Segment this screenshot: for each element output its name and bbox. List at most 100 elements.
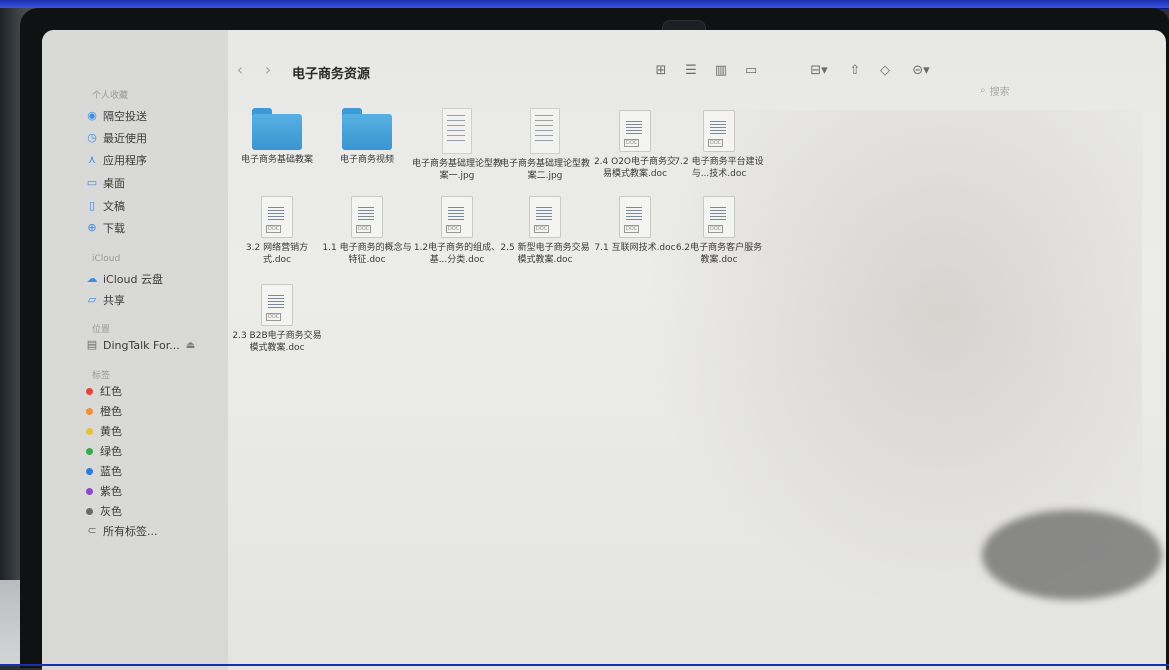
file-name: 2.3 B2B电子商务交易模式教案.doc [232, 331, 322, 353]
tag-icon[interactable]: ◇ [876, 64, 894, 78]
shared-folder-icon: ▱ [87, 293, 97, 306]
doc-file-icon: DOC [703, 196, 735, 238]
sidebar-item-label: 所有标签... [103, 525, 158, 538]
sidebar-tag-orange[interactable]: 橙色 [86, 402, 122, 420]
more-actions-icon[interactable]: ⊝▾ [908, 64, 934, 78]
list-view-icon[interactable]: ☰ [682, 64, 700, 78]
file-item[interactable]: DOC 2.5 新型电子商务交易模式教案.doc [500, 196, 590, 266]
desktop-icon: ▭ [86, 176, 98, 189]
sidebar-item-downloads[interactable]: ⊕ 下载 [86, 219, 125, 237]
image-file-icon [442, 108, 472, 154]
sidebar-tag-purple[interactable]: 紫色 [86, 482, 122, 500]
file-name: 1.2电子商务的组成、基...分类.doc [413, 243, 501, 265]
sidebar-item-label: 下载 [103, 222, 125, 235]
file-name: 7.1 互联网技术.doc [594, 243, 676, 253]
doc-file-icon: DOC [441, 196, 473, 238]
sidebar-item-label: iCloud 云盘 [103, 273, 163, 286]
file-name: 7.2 电子商务平台建设与...技术.doc [674, 157, 764, 179]
sidebar-item-label: 应用程序 [103, 154, 147, 167]
file-item[interactable]: DOC 7.1 互联网技术.doc [590, 196, 680, 254]
group-by-icon[interactable]: ⊟▾ [806, 64, 832, 78]
applications-icon: ⋏ [87, 153, 97, 166]
sidebar-item-desktop[interactable]: ▭ 桌面 [86, 174, 125, 192]
file-item[interactable]: DOC 6.2电子商务客户服务 教案.doc [674, 196, 764, 266]
file-name: 电子商务基础理论型教案一.jpg [412, 159, 503, 181]
file-name: 电子商务基础教案 [240, 155, 313, 165]
gallery-view-icon[interactable]: ▭ [742, 64, 760, 78]
sidebar-section-icloud: iCloud [92, 254, 121, 264]
finder-window: 个人收藏 ◉ 隔空投送 ◷ 最近使用 ⋏ 应用程序 ▭ 桌面 ▯ 文稿 ⊕ 下载… [42, 30, 1166, 670]
file-item[interactable]: 电子商务基础教案 [232, 108, 322, 166]
folder-icon [252, 108, 302, 150]
search-placeholder: 搜索 [989, 86, 1010, 98]
file-name: 1.1 电子商务的概念与特征.doc [322, 243, 412, 265]
sidebar-tag-gray[interactable]: 灰色 [86, 502, 122, 520]
airdrop-icon: ◉ [87, 109, 97, 122]
sidebar-all-tags[interactable]: ⊂ 所有标签... [86, 522, 158, 540]
file-name: 2.4 O2O电子商务交易模式教案.doc [593, 157, 677, 179]
eject-icon[interactable]: ⏏ [186, 340, 195, 351]
sidebar-tag-yellow[interactable]: 黄色 [86, 422, 122, 440]
sidebar-item-label: 文稿 [103, 200, 125, 213]
file-item[interactable]: DOC 1.2电子商务的组成、基...分类.doc [412, 196, 502, 266]
icon-view-icon[interactable]: ⊞ [652, 64, 670, 78]
file-name: 3.2 网络营销方式.doc [245, 243, 309, 265]
tag-dot-icon [86, 487, 93, 495]
screen-reflection-dark [982, 510, 1162, 600]
file-name: 电子商务基础理论型教案二.jpg [500, 159, 591, 181]
sidebar-section-locations: 位置 [92, 325, 111, 335]
sidebar-item-documents[interactable]: ▯ 文稿 [86, 197, 125, 215]
sidebar-item-recents[interactable]: ◷ 最近使用 [86, 129, 147, 147]
sidebar-item-applications[interactable]: ⋏ 应用程序 [86, 151, 147, 169]
sidebar-item-label: 最近使用 [103, 132, 147, 145]
tag-dot-icon [86, 447, 93, 455]
file-item[interactable]: DOC 1.1 电子商务的概念与特征.doc [322, 196, 412, 266]
tag-dot-icon [86, 407, 93, 415]
sidebar-item-shared[interactable]: ▱ 共享 [86, 291, 125, 309]
sidebar-item-label: DingTalk For... [103, 338, 180, 352]
share-icon[interactable]: ⇧ [846, 64, 864, 78]
sidebar-item-label: 蓝色 [100, 465, 122, 478]
sidebar-item-label: 隔空投送 [103, 110, 147, 123]
tag-dot-icon [86, 387, 93, 395]
sidebar-item-label: 紫色 [100, 485, 122, 498]
file-item[interactable]: DOC 2.3 B2B电子商务交易模式教案.doc [232, 284, 322, 354]
forward-button[interactable]: › [260, 60, 276, 79]
file-item[interactable]: 电子商务基础理论型教案二.jpg [500, 108, 590, 182]
file-item[interactable]: DOC 2.4 O2O电子商务交易模式教案.doc [590, 110, 680, 180]
file-item[interactable]: 电子商务基础理论型教案一.jpg [412, 108, 502, 182]
file-name: 电子商务视频 [339, 155, 394, 165]
doc-file-icon: DOC [351, 196, 383, 238]
tag-dot-icon [86, 427, 93, 435]
search-field[interactable]: ⌕ 搜索 [980, 80, 1090, 100]
sidebar-section-favorites: 个人收藏 [92, 91, 129, 101]
sidebar-item-label: 灰色 [100, 505, 122, 518]
sidebar-item-icloud-drive[interactable]: ☁ iCloud 云盘 [86, 270, 163, 288]
sidebar-item-dingtalk[interactable]: ▤ DingTalk For... ⏏ [86, 336, 195, 354]
window-title: 电子商务资源 [292, 67, 371, 82]
folder-icon [342, 108, 392, 150]
document-icon: ▯ [88, 199, 96, 212]
tag-dot-icon [86, 507, 93, 515]
sidebar-item-airdrop[interactable]: ◉ 隔空投送 [86, 107, 147, 125]
doc-file-icon: DOC [619, 110, 651, 152]
file-item[interactable]: DOC 3.2 网络营销方式.doc [232, 196, 322, 266]
sidebar-item-label: 绿色 [100, 445, 122, 458]
drive-icon: ▤ [86, 338, 98, 351]
sidebar-tag-blue[interactable]: 蓝色 [86, 462, 122, 480]
column-view-icon[interactable]: ▥ [712, 64, 730, 78]
clock-icon: ◷ [87, 131, 97, 144]
doc-file-icon: DOC [261, 196, 293, 238]
tag-dot-icon [86, 467, 93, 475]
sidebar-item-label: 共享 [103, 294, 125, 307]
sidebar-tag-green[interactable]: 绿色 [86, 442, 122, 460]
file-name: 2.5 新型电子商务交易模式教案.doc [500, 243, 590, 265]
file-item[interactable]: 电子商务视频 [322, 108, 412, 166]
sidebar-item-label: 黄色 [100, 425, 122, 438]
sidebar-section-tags: 标签 [92, 371, 111, 381]
file-item[interactable]: DOC 7.2 电子商务平台建设与...技术.doc [674, 110, 764, 180]
doc-file-icon: DOC [619, 196, 651, 238]
sidebar-tag-red[interactable]: 红色 [86, 382, 122, 400]
back-button[interactable]: ‹ [232, 60, 248, 79]
sidebar-item-label: 红色 [100, 385, 122, 398]
